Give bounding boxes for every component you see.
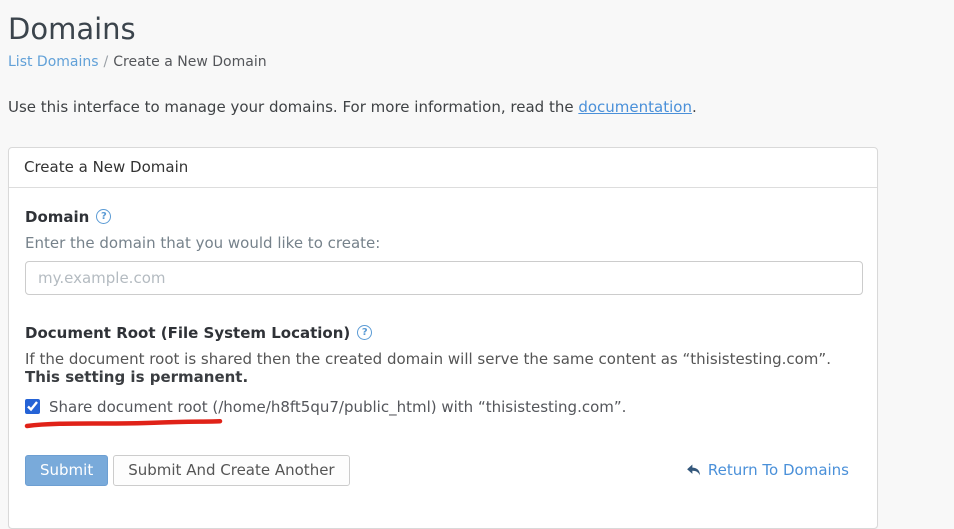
share-docroot-row: Share document root (/home/h8ft5qu7/publ… — [24, 398, 861, 428]
domain-label: Domain — [25, 207, 90, 226]
red-underline-annotation — [24, 418, 223, 428]
intro-text-before: Use this interface to manage your domain… — [8, 97, 579, 116]
return-to-domains-label: Return To Domains — [707, 461, 849, 480]
reply-arrow-icon — [686, 463, 701, 478]
breadcrumb-current: Create a New Domain — [113, 53, 267, 70]
docroot-label: Document Root (File System Location) — [25, 323, 351, 342]
help-icon[interactable]: ? — [357, 325, 373, 341]
help-icon[interactable]: ? — [96, 209, 112, 225]
domain-field-group: Domain ? Enter the domain that you would… — [25, 208, 863, 295]
documentation-link[interactable]: documentation — [578, 98, 692, 116]
breadcrumb-link-list-domains[interactable]: List Domains — [8, 54, 99, 70]
page-title: Domains — [8, 12, 136, 46]
domain-hint: Enter the domain that you would like to … — [25, 233, 381, 252]
docroot-label-row: Document Root (File System Location) ? — [25, 324, 861, 342]
docroot-description-bold: This setting is permanent. — [25, 367, 249, 386]
breadcrumb: List Domains / Create a New Domain — [8, 54, 954, 71]
domains-page: Domains List Domains / Create a New Domain… — [0, 0, 954, 529]
breadcrumb-separator: / — [103, 53, 109, 70]
panel-heading: Create a New Domain — [9, 148, 877, 188]
docroot-description: If the document root is shared then the … — [25, 350, 861, 386]
share-docroot-label[interactable]: Share document root (/home/h8ft5qu7/publ… — [49, 398, 626, 416]
intro-text: Use this interface to manage your domain… — [8, 98, 954, 116]
submit-and-create-another-button[interactable]: Submit And Create Another — [113, 454, 350, 486]
submit-button[interactable]: Submit — [25, 454, 109, 486]
return-to-domains-link[interactable]: Return To Domains — [686, 461, 849, 479]
domain-input[interactable] — [25, 260, 863, 295]
panel-body: Domain ? Enter the domain that you would… — [9, 188, 877, 528]
share-docroot-checkbox[interactable] — [25, 399, 40, 415]
docroot-field-group: Document Root (File System Location) ? I… — [24, 324, 861, 428]
intro-text-after: . — [691, 97, 697, 116]
create-domain-panel: Create a New Domain Domain ? Enter the d… — [8, 146, 878, 529]
form-actions: Submit Submit And Create Another Return … — [25, 454, 861, 486]
domain-label-row: Domain ? — [25, 208, 861, 226]
docroot-description-text: If the document root is shared then the … — [25, 349, 831, 368]
